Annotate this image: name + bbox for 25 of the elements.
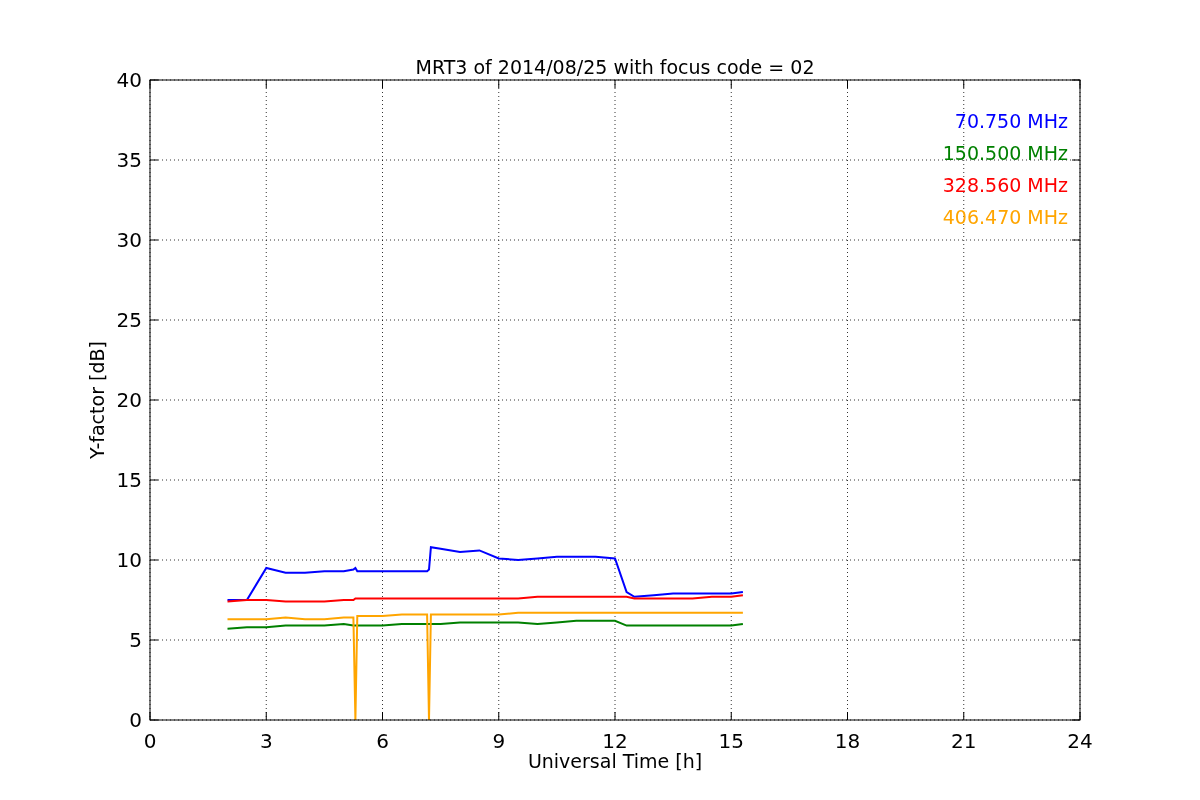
x-tick-label: 18 (834, 729, 861, 753)
y-tick-label: 20 (116, 388, 142, 412)
x-tick-label: 3 (259, 729, 273, 753)
x-tick-label: 21 (951, 729, 977, 753)
y-tick-label: 15 (116, 468, 142, 492)
y-tick-label: 35 (116, 148, 142, 172)
y-tick-label: 5 (129, 628, 142, 652)
y-tick-label: 0 (129, 708, 142, 732)
y-tick-label: 25 (116, 308, 142, 332)
y-tick-label: 30 (116, 228, 142, 252)
legend-label: 406.470 MHz (942, 206, 1068, 228)
y-axis-label: Y-factor [dB] (86, 341, 108, 459)
x-tick-label: 24 (1067, 729, 1093, 753)
x-tick-label: 15 (718, 729, 744, 753)
x-tick-label: 0 (143, 729, 157, 753)
y-tick-label: 40 (116, 68, 142, 92)
legend-label: 70.750 MHz (954, 110, 1068, 132)
x-tick-label: 9 (492, 729, 506, 753)
x-axis-label: Universal Time [h] (527, 750, 703, 772)
y-tick-label: 10 (116, 548, 142, 572)
legend-label: 150.500 MHz (942, 142, 1068, 164)
legend-label: 328.560 MHz (942, 174, 1068, 196)
x-tick-label: 6 (376, 729, 389, 753)
chart-title: MRT3 of 2014/08/25 with focus code = 02 (415, 56, 815, 78)
x-tick-label: 12 (602, 729, 628, 753)
